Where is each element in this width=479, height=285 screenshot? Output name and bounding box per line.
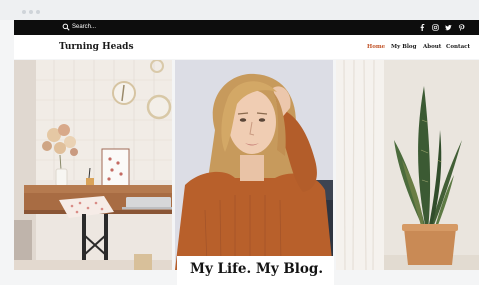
search-input[interactable]: Search... [72, 22, 96, 33]
nav-my-blog[interactable]: My Blog [391, 43, 416, 51]
nav-home[interactable]: Home [367, 43, 385, 51]
pinterest-icon[interactable] [457, 23, 465, 31]
site-topbar: Search... [14, 20, 479, 35]
hero-image-portrait [175, 60, 333, 270]
nav-contact[interactable]: Contact [446, 43, 470, 51]
window-dot [29, 10, 33, 14]
twitter-icon[interactable] [444, 23, 452, 31]
window-dot [22, 10, 26, 14]
search-icon[interactable] [62, 23, 70, 31]
window-dot [36, 10, 40, 14]
hero-image-desk [14, 60, 172, 270]
browser-window: Search... Turning Heads Home My Blog Abo… [0, 0, 479, 285]
hero-title: My Life. My Blog. [190, 261, 324, 277]
site-header: Turning Heads Home My Blog About Contact [14, 35, 479, 59]
site-title[interactable]: Turning Heads [59, 41, 134, 53]
instagram-icon[interactable] [431, 23, 439, 31]
hero-image-plant [336, 60, 479, 270]
nav-about[interactable]: About [423, 43, 441, 51]
facebook-icon[interactable] [418, 23, 426, 31]
browser-chrome [0, 0, 479, 20]
